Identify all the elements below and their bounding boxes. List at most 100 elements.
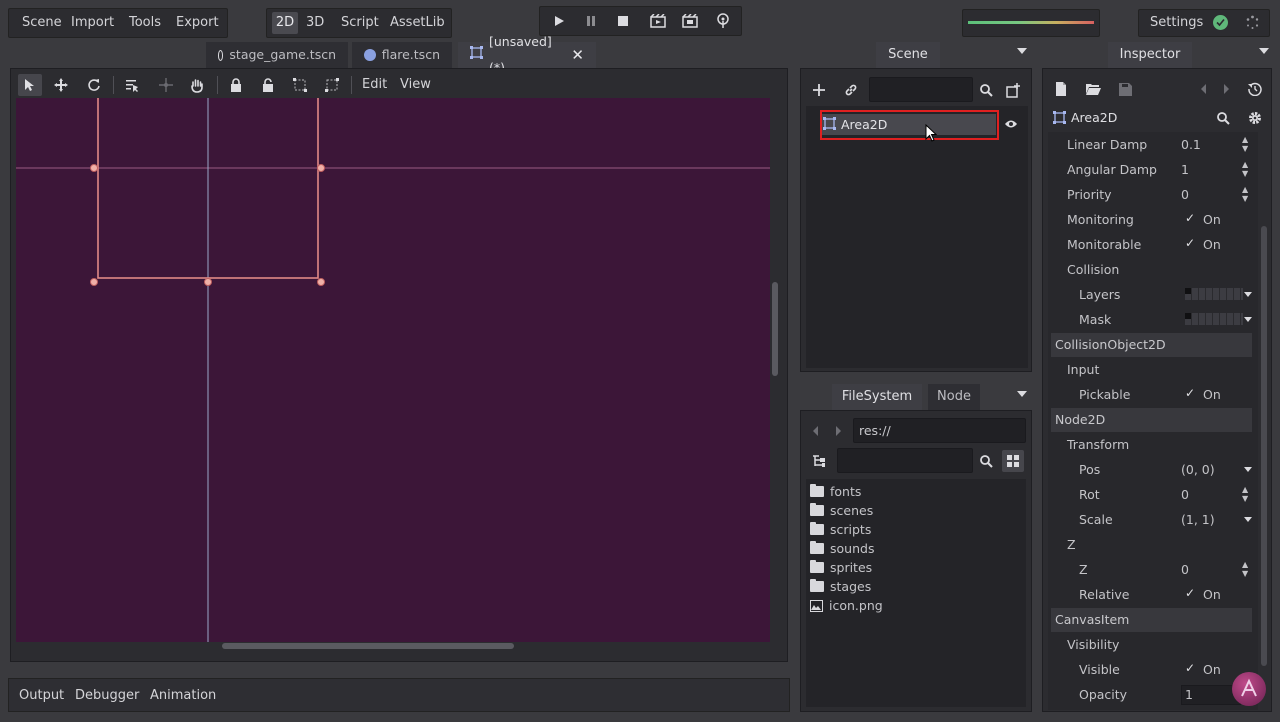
menu-import[interactable]: Import — [63, 9, 122, 37]
scene-tab[interactable]: Scene — [876, 42, 940, 68]
prop-value[interactable]: 0.1 — [1181, 137, 1201, 152]
prop-pickable[interactable]: Pickable ✓ On — [1055, 383, 1255, 408]
spinner-icon[interactable]: ▲ ▼ — [1242, 185, 1248, 203]
layer-grid[interactable] — [1185, 313, 1243, 325]
prop-group-collision[interactable]: Collision — [1055, 258, 1255, 283]
folder-item[interactable]: scenes — [810, 501, 873, 520]
prop-layers[interactable]: Layers — [1055, 283, 1255, 308]
folder-item[interactable]: scripts — [810, 520, 871, 539]
prop-group-input[interactable]: Input — [1055, 358, 1255, 383]
folder-item[interactable]: stages — [810, 577, 871, 596]
tab-stage-game[interactable]: stage_game.tscn — [206, 42, 348, 68]
spinner-icon[interactable]: ▲ ▼ — [1242, 160, 1248, 178]
lock-icon[interactable] — [225, 74, 247, 96]
filesystem-dock-menu-icon[interactable] — [1017, 391, 1027, 397]
tab-debugger[interactable]: Debugger — [75, 688, 139, 703]
prop-monitorable[interactable]: Monitorable ✓ On — [1055, 233, 1255, 258]
save-icon[interactable] — [1116, 80, 1134, 98]
pan-tool-icon[interactable] — [186, 74, 208, 96]
play-scene-icon[interactable] — [649, 12, 667, 30]
edit-menu-button[interactable]: Edit — [362, 77, 387, 92]
prop-group-z[interactable]: Z — [1055, 533, 1255, 558]
inspector-tab[interactable]: Inspector — [1108, 42, 1192, 68]
history-icon[interactable] — [1246, 80, 1264, 98]
section-node2d[interactable]: Node2D — [1051, 408, 1252, 432]
scene-dock-menu-icon[interactable] — [1017, 48, 1027, 54]
chevron-down-icon[interactable] — [1244, 292, 1252, 297]
grid-view-icon[interactable] — [1002, 450, 1024, 472]
spinner-icon[interactable]: ▲ ▼ — [1242, 560, 1248, 578]
prop-value[interactable]: (1, 1) — [1181, 512, 1215, 527]
prop-opacity[interactable]: Opacity 1 — [1055, 683, 1255, 708]
tab-node[interactable]: Node — [928, 384, 980, 410]
prop-value[interactable]: 0 — [1181, 562, 1189, 577]
play-icon[interactable] — [550, 12, 568, 30]
tab-unsaved[interactable]: [unsaved](*) ✕ — [458, 34, 596, 75]
settings-button[interactable]: Settings — [1150, 15, 1203, 30]
prop-pos[interactable]: Pos (0, 0) — [1055, 458, 1255, 483]
remote-debug-icon[interactable] — [714, 12, 732, 30]
prop-linear-damp[interactable]: Linear Damp 0.1 ▲ ▼ — [1055, 133, 1255, 158]
viewport-hscrollbar[interactable] — [222, 643, 514, 649]
open-folder-icon[interactable] — [1084, 80, 1102, 98]
scene-filter-input[interactable] — [869, 77, 973, 102]
mode-3d-button[interactable]: 3D — [306, 12, 330, 34]
prop-monitoring[interactable]: Monitoring ✓ On — [1055, 208, 1255, 233]
prop-value[interactable]: 0 — [1181, 187, 1189, 202]
tab-flare[interactable]: flare.tscn — [352, 42, 452, 68]
prop-priority[interactable]: Priority 0 ▲ ▼ — [1055, 183, 1255, 208]
section-collisionobject2d[interactable]: CollisionObject2D — [1051, 333, 1252, 357]
chevron-down-icon[interactable] — [1244, 317, 1252, 322]
filesystem-search-input[interactable] — [837, 448, 973, 473]
menu-tools[interactable]: Tools — [121, 9, 169, 37]
tab-animation[interactable]: Animation — [150, 688, 216, 703]
prop-mask[interactable]: Mask — [1055, 308, 1255, 333]
new-resource-icon[interactable] — [1052, 80, 1070, 98]
group-icon[interactable] — [289, 74, 311, 96]
prop-value[interactable]: 0 — [1181, 487, 1189, 502]
menu-export[interactable]: Export — [168, 9, 227, 37]
history-back-icon[interactable] — [1195, 80, 1211, 98]
prop-group-visibility[interactable]: Visibility — [1055, 633, 1255, 658]
checkbox-icon[interactable]: ✓ — [1185, 236, 1195, 250]
tab-filesystem[interactable]: FileSystem — [832, 384, 922, 410]
prop-value[interactable]: 1 — [1181, 162, 1189, 177]
gear-icon[interactable] — [1246, 109, 1264, 127]
prop-group-transform[interactable]: Transform — [1055, 433, 1255, 458]
viewport-vscrollbar[interactable] — [772, 282, 778, 376]
move-tool-icon[interactable] — [50, 74, 72, 96]
search-icon[interactable] — [1214, 109, 1232, 127]
select-tool-icon[interactable] — [18, 74, 42, 96]
visibility-eye-icon[interactable] — [1003, 116, 1019, 132]
unlock-icon[interactable] — [257, 74, 279, 96]
chevron-down-icon[interactable] — [1244, 467, 1252, 472]
prop-scale[interactable]: Scale (1, 1) — [1055, 508, 1255, 533]
stop-icon[interactable] — [614, 12, 632, 30]
chevron-down-icon[interactable] — [1244, 517, 1252, 522]
search-icon[interactable] — [977, 81, 995, 99]
prop-rot[interactable]: Rot 0 ▲ ▼ — [1055, 483, 1255, 508]
path-field[interactable]: res:// — [853, 418, 1026, 443]
pause-icon[interactable] — [582, 12, 600, 30]
folder-item[interactable]: sounds — [810, 539, 874, 558]
nav-forward-icon[interactable] — [832, 422, 846, 440]
nav-back-icon[interactable] — [808, 422, 822, 440]
prop-visible[interactable]: Visible ✓ On — [1055, 658, 1255, 683]
checkbox-icon[interactable]: ✓ — [1185, 211, 1195, 225]
tree-view-icon[interactable] — [810, 452, 828, 470]
close-icon[interactable]: ✕ — [571, 42, 584, 68]
play-custom-scene-icon[interactable] — [681, 12, 699, 30]
checkbox-icon[interactable]: ✓ — [1185, 386, 1195, 400]
prop-angular-damp[interactable]: Angular Damp 1 ▲ ▼ — [1055, 158, 1255, 183]
search-icon[interactable] — [977, 452, 995, 470]
tab-output[interactable]: Output — [19, 688, 64, 703]
mode-assetlib-button[interactable]: AssetLib — [390, 12, 445, 34]
file-item[interactable]: icon.png — [810, 596, 883, 615]
list-select-icon[interactable] — [121, 74, 143, 96]
history-forward-icon[interactable] — [1219, 80, 1235, 98]
inspector-scrollbar[interactable] — [1261, 226, 1267, 666]
checkbox-icon[interactable]: ✓ — [1185, 586, 1195, 600]
section-canvasitem[interactable]: CanvasItem — [1051, 608, 1252, 632]
link-icon[interactable] — [842, 81, 860, 99]
add-node-icon[interactable] — [810, 81, 828, 99]
